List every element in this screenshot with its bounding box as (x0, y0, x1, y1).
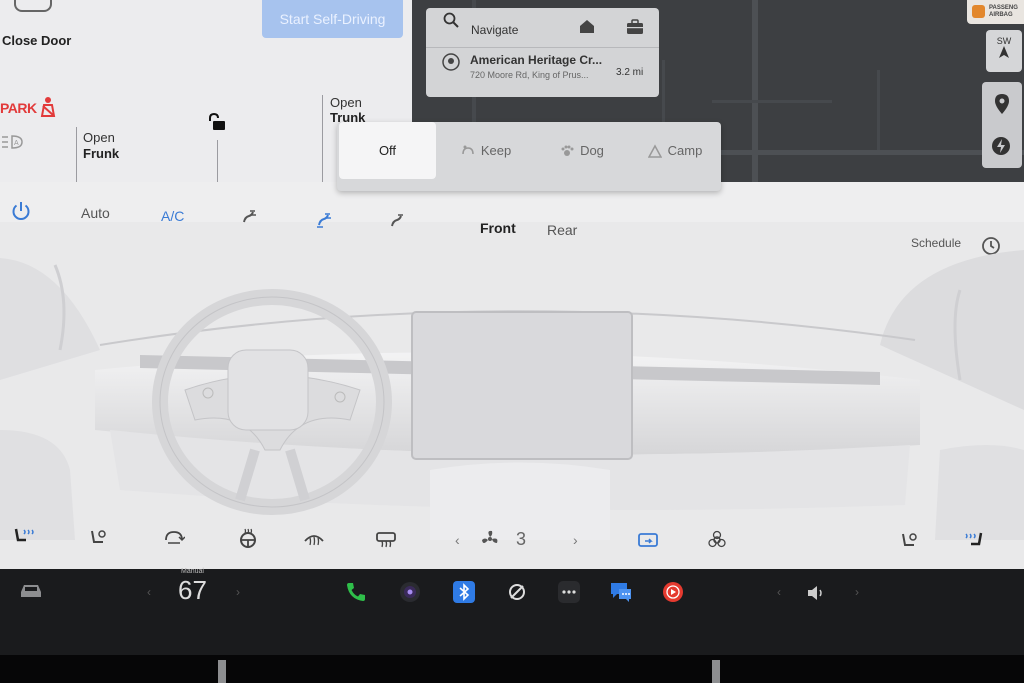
map-road (712, 100, 832, 103)
volume-icon[interactable] (806, 585, 826, 601)
passenger-seat-fan-icon[interactable] (898, 530, 920, 550)
streaming-icon[interactable] (505, 580, 529, 604)
frunk-action: Open (83, 130, 115, 145)
map-road (877, 70, 880, 150)
fan-decrease-button[interactable]: ‹ (455, 532, 460, 548)
paw-icon (561, 145, 574, 156)
mode-keep-label: Keep (480, 143, 512, 158)
music-icon[interactable] (661, 580, 685, 604)
temp-increase-button[interactable]: › (236, 585, 240, 599)
airbag-line2: AIRBAG (989, 12, 1013, 18)
destination-pin-icon (442, 53, 460, 71)
unlock-icon[interactable] (206, 113, 226, 131)
temp-decrease-button[interactable]: ‹ (147, 585, 151, 599)
temperature-value[interactable]: 67 (178, 575, 207, 606)
divider (322, 95, 323, 190)
passenger-airbag-badge: PASSENG AIRBAG (967, 0, 1024, 24)
steering-wheel-heater-icon[interactable] (237, 528, 259, 548)
open-frunk-button[interactable]: Open Frunk (83, 130, 119, 162)
volume-increase-button[interactable]: › (855, 585, 859, 599)
mode-camp-option[interactable]: Camp (633, 122, 717, 179)
more-apps-icon[interactable] (557, 580, 581, 604)
frunk-label: Frunk (83, 146, 120, 161)
mode-dog-option[interactable]: Dog (537, 122, 627, 179)
screen-bezel (0, 655, 1024, 683)
keep-icon (462, 145, 474, 154)
car-icon[interactable] (18, 582, 44, 600)
fan-increase-button[interactable]: › (573, 532, 578, 548)
park-indicator: PARK (0, 100, 37, 116)
climate-power-icon[interactable] (10, 200, 32, 222)
cabin-airflow-display-icon[interactable] (637, 531, 659, 551)
rear-defrost-icon[interactable] (375, 529, 397, 549)
start-self-driving-button[interactable]: Start Self-Driving (262, 0, 403, 38)
compass-button[interactable]: SW (986, 30, 1022, 72)
close-door-button[interactable]: Close Door (2, 33, 71, 48)
search-icon[interactable] (443, 12, 459, 28)
location-pin-icon[interactable] (992, 93, 1012, 115)
compass-heading: SW (996, 36, 1012, 46)
mode-dog-label: Dog (580, 143, 604, 158)
recirculate-icon[interactable] (163, 528, 185, 548)
destination-name[interactable]: American Heritage Cr... (470, 53, 602, 67)
bioweapon-defense-icon[interactable] (706, 530, 728, 550)
fan-icon (482, 530, 498, 543)
map-road (752, 0, 758, 210)
phone-icon[interactable] (344, 580, 368, 604)
destination-distance: 3.2 mi (616, 67, 644, 78)
car-door-illustration (14, 0, 52, 12)
mode-off-label: Off (378, 143, 397, 158)
seatbelt-warning-icon (40, 97, 56, 117)
navigate-row[interactable] (426, 8, 659, 48)
mode-camp-label: Camp (667, 143, 703, 158)
screen-stand (712, 660, 720, 683)
volume-decrease-button[interactable]: ‹ (777, 585, 781, 599)
camera-icon[interactable] (398, 580, 422, 604)
svg-text:A: A (14, 140, 19, 147)
front-defrost-icon[interactable] (303, 529, 325, 549)
seat-fan-icon[interactable] (87, 527, 109, 547)
screen-stand (218, 660, 226, 683)
driver-seat-heater-icon[interactable] (12, 526, 34, 546)
mode-keep-option[interactable]: Keep (441, 122, 531, 179)
fan-speed-value: 3 (516, 529, 527, 549)
messages-icon[interactable] (609, 580, 633, 604)
temperature-mode: Manual (181, 568, 204, 575)
auto-climate-button[interactable]: Auto (81, 205, 110, 221)
passenger-seat-heater-icon[interactable] (963, 530, 985, 550)
charging-icon[interactable] (990, 135, 1012, 157)
home-icon[interactable] (578, 18, 596, 34)
work-icon[interactable] (626, 19, 644, 35)
bluetooth-icon[interactable] (452, 580, 476, 604)
divider (217, 140, 218, 188)
trunk-action: Open (330, 95, 362, 110)
mode-off-option[interactable]: Off (339, 122, 436, 179)
tent-icon (647, 143, 662, 158)
auto-headlights-icon: A (2, 135, 23, 149)
divider (76, 127, 77, 185)
compass-arrow-icon (999, 46, 1009, 58)
destination-address: 720 Moore Rd, King of Prus... (470, 70, 589, 80)
open-trunk-button[interactable]: Open Trunk (330, 95, 365, 125)
airbag-icon (972, 5, 985, 18)
airbag-line1: PASSENG (989, 5, 1018, 11)
cabin-illustration (0, 250, 1024, 540)
climate-keeper-popup: Off Keep Dog Camp (337, 122, 721, 191)
navigate-search[interactable]: Navigate (471, 23, 518, 37)
